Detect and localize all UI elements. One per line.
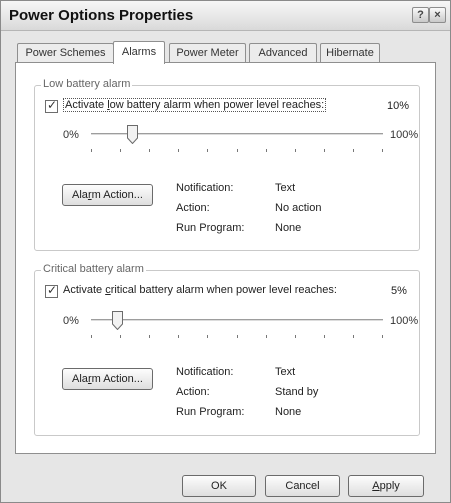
- slider-tick: [178, 149, 179, 152]
- slider-tick: [91, 149, 92, 152]
- notification-label: Notification:: [176, 366, 234, 378]
- critical-alarm-action-button[interactable]: Alarm Action...: [62, 368, 153, 390]
- ok-button[interactable]: OK: [182, 475, 256, 497]
- tab-hibernate[interactable]: Hibernate: [320, 43, 380, 63]
- tab-advanced[interactable]: Advanced: [249, 43, 317, 63]
- low-alarm-action-button[interactable]: Alarm Action...: [62, 184, 153, 206]
- help-button[interactable]: ?: [412, 7, 429, 23]
- group-label: Low battery alarm: [41, 78, 133, 90]
- slider-tick: [91, 335, 92, 338]
- action-label: Action:: [176, 386, 210, 398]
- low-battery-alarm-group: Low battery alarm ✓ Activate low battery…: [34, 78, 420, 251]
- tab-power-meter[interactable]: Power Meter: [169, 43, 246, 63]
- slider-tick: [207, 149, 208, 152]
- slider-tick: [149, 149, 150, 152]
- low-alarm-level-value: 10%: [387, 100, 410, 112]
- critical-alarm-level-value: 5%: [391, 285, 407, 297]
- power-options-dialog: Power Options Properties ? × Power Schem…: [0, 0, 451, 503]
- window-title: Power Options Properties: [9, 7, 194, 24]
- slider-min-label: 0%: [63, 315, 79, 327]
- slider-thumb[interactable]: [127, 125, 138, 144]
- slider-tick: [120, 149, 121, 152]
- checkmark-icon: ✓: [47, 283, 58, 297]
- slider-tick: [266, 149, 267, 152]
- low-alarm-checkbox[interactable]: ✓: [45, 98, 58, 113]
- slider-max-label: 100%: [390, 315, 419, 327]
- run-program-label: Run Program:: [176, 222, 245, 234]
- critical-alarm-checkbox[interactable]: ✓: [45, 283, 58, 298]
- slider-tick: [207, 335, 208, 338]
- run-program-label: Run Program:: [176, 406, 245, 418]
- tab-power-schemes[interactable]: Power Schemes: [17, 43, 114, 63]
- close-button[interactable]: ×: [429, 7, 446, 23]
- slider-min-label: 0%: [63, 129, 79, 141]
- low-alarm-level-slider[interactable]: [91, 124, 383, 154]
- notification-value: Text: [275, 182, 296, 194]
- low-alarm-checkbox-label[interactable]: Activate low battery alarm when power le…: [63, 98, 327, 112]
- slider-tick: [237, 335, 238, 338]
- group-label: Critical battery alarm: [41, 263, 146, 275]
- slider-tick: [149, 335, 150, 338]
- slider-max-label: 100%: [390, 129, 419, 141]
- slider-tick: [382, 335, 383, 338]
- slider-track: [91, 319, 383, 322]
- slider-tick: [295, 149, 296, 152]
- critical-battery-alarm-group: Critical battery alarm ✓ Activate critic…: [34, 263, 420, 436]
- action-value: Stand by: [275, 386, 319, 398]
- critical-alarm-level-slider[interactable]: [91, 310, 383, 340]
- slider-tick: [324, 335, 325, 338]
- slider-tick: [266, 335, 267, 338]
- focus-outline: Activate low battery alarm when power le…: [63, 98, 327, 112]
- title-bar[interactable]: Power Options Properties ? ×: [1, 1, 450, 31]
- slider-tick: [324, 149, 325, 152]
- slider-tick: [353, 149, 354, 152]
- notification-value: Text: [275, 366, 296, 378]
- checkmark-icon: ✓: [47, 98, 58, 112]
- slider-tick: [295, 335, 296, 338]
- action-label: Action:: [176, 202, 210, 214]
- run-program-value: None: [275, 406, 302, 418]
- slider-tick: [120, 335, 121, 338]
- run-program-value: None: [275, 222, 302, 234]
- slider-tick: [382, 149, 383, 152]
- slider-tick: [237, 149, 238, 152]
- slider-tick: [178, 335, 179, 338]
- alarms-tab-panel: Low battery alarm ✓ Activate low battery…: [15, 62, 436, 454]
- critical-alarm-checkbox-label[interactable]: Activate critical battery alarm when pow…: [63, 284, 337, 296]
- slider-tick: [353, 335, 354, 338]
- tab-alarms[interactable]: Alarms: [113, 41, 165, 64]
- action-value: No action: [275, 202, 322, 214]
- slider-thumb[interactable]: [112, 311, 123, 330]
- notification-label: Notification:: [176, 182, 234, 194]
- cancel-button[interactable]: Cancel: [265, 475, 340, 497]
- apply-button[interactable]: Apply: [348, 475, 424, 497]
